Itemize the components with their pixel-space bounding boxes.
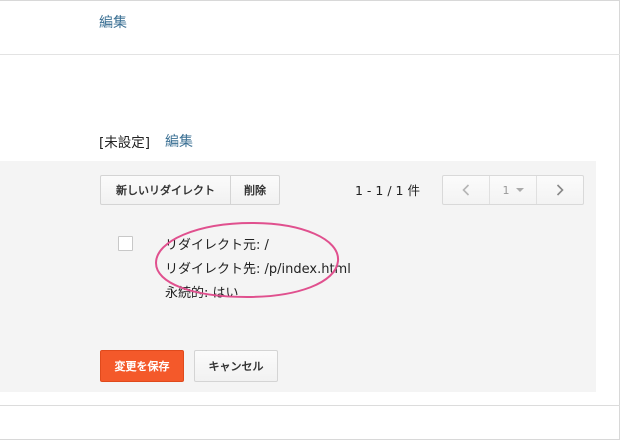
page-count: 1 - 1 / 1 件 [355,183,420,198]
chevron-right-icon [557,184,564,196]
redirect-to: リダイレクト先: /p/index.html [165,262,351,277]
caret-down-icon [515,188,524,192]
edit-link-top[interactable]: 編集 [99,12,127,32]
redirect-setting-row: [未設定] 編集 [99,131,193,151]
pagination: 1 [442,175,584,205]
window-border-top [0,0,620,1]
next-page-button[interactable] [537,176,583,204]
footer-divider [0,405,620,406]
save-changes-button[interactable]: 変更を保存 [100,350,184,382]
redirect-from: リダイレクト元: / [165,238,269,253]
redirect-editor-panel: 新しいリダイレクト 削除 1 - 1 / 1 件 1 リダイレクト元: / リダ… [0,161,596,392]
redirect-entry: リダイレクト元: / リダイレクト先: /p/index.html 永続的: は… [165,234,351,306]
edit-link[interactable]: 編集 [165,131,193,151]
redirect-checkbox[interactable] [118,236,133,251]
setting-status: [未設定] [99,135,151,151]
new-redirect-button[interactable]: 新しいリダイレクト [100,175,231,205]
delete-button[interactable]: 削除 [230,175,280,205]
current-page: 1 [502,183,510,197]
page-select[interactable]: 1 [488,176,538,204]
section-divider [0,54,620,55]
prev-page-button[interactable] [443,176,489,204]
redirect-permanent: 永続的: はい [165,286,239,301]
chevron-left-icon [462,184,469,196]
cancel-button[interactable]: キャンセル [194,350,278,382]
